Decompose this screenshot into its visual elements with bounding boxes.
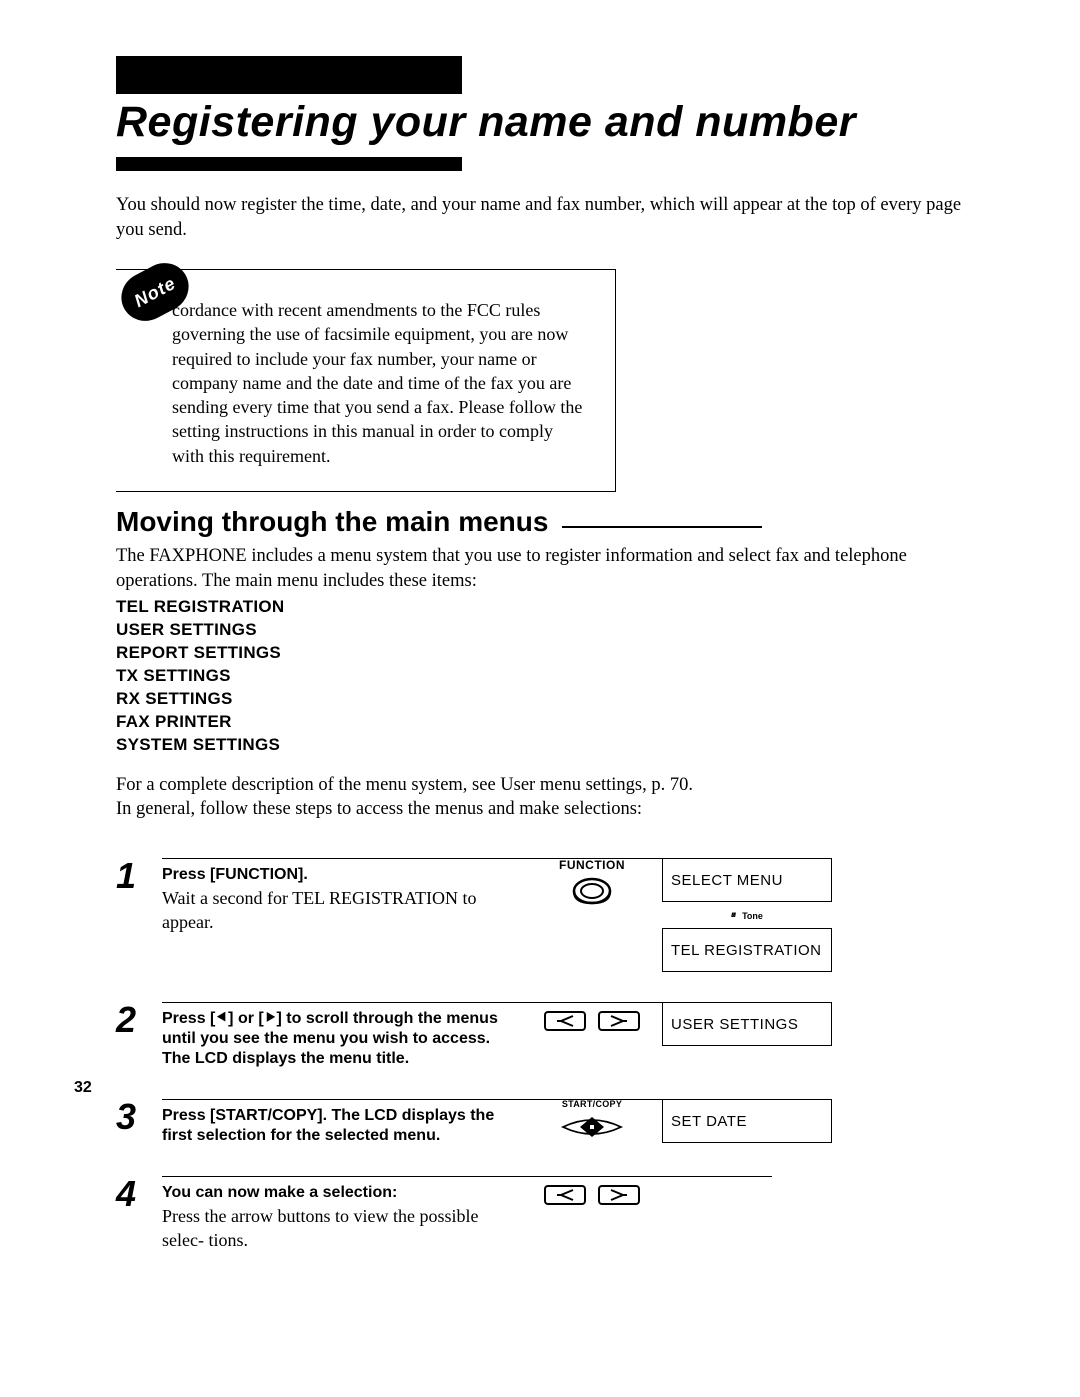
step-bold: Press [START/COPY]. The LCD displays the… <box>162 1107 494 1144</box>
top-black-bar <box>116 56 462 94</box>
startcopy-label: START/COPY <box>534 1099 650 1110</box>
section-heading: Moving through the main menus <box>116 506 548 538</box>
lcd-display: SELECT MENU <box>662 858 832 902</box>
step-bold: Press [⯇] or [⯈] to scroll through the m… <box>162 1010 498 1067</box>
arrow-buttons-graphic <box>534 1002 650 1034</box>
menu-item: RX SETTINGS <box>116 688 970 711</box>
section-outro-1: For a complete description of the menu s… <box>116 773 970 798</box>
menu-item: TX SETTINGS <box>116 665 970 688</box>
menu-item: REPORT SETTINGS <box>116 642 970 665</box>
page-number: 32 <box>74 1079 92 1097</box>
intro-text: You should now register the time, date, … <box>116 193 970 243</box>
start-copy-button-graphic: START/COPY <box>534 1099 650 1142</box>
left-right-buttons-icon <box>543 1008 641 1034</box>
function-button-graphic: FUNCTION <box>534 858 650 917</box>
step-3: 3 Press [START/COPY]. The LCD displays t… <box>116 1099 970 1146</box>
separator-icon: ////// <box>731 913 735 919</box>
heading-rule <box>562 525 762 528</box>
step-1: 1 Press [FUNCTION]. Wait a second for TE… <box>116 858 970 972</box>
menu-item-list: TEL REGISTRATION USER SETTINGS REPORT SE… <box>116 596 970 757</box>
note-text: cordance with recent amendments to the F… <box>172 298 585 468</box>
arrow-buttons-graphic <box>534 1176 650 1208</box>
function-label: FUNCTION <box>534 858 650 873</box>
section-heading-row: Moving through the main menus <box>116 506 970 538</box>
step-text: Press [START/COPY]. The LCD displays the… <box>162 1099 522 1146</box>
left-right-buttons-icon <box>543 1182 641 1208</box>
step-number: 3 <box>116 1099 150 1135</box>
step-number: 2 <box>116 1002 150 1038</box>
lcd-display: TEL REGISTRATION <box>662 928 832 972</box>
step-number: 4 <box>116 1176 150 1212</box>
step-text: Press [⯇] or [⯈] to scroll through the m… <box>162 1002 522 1069</box>
manual-page: Registering your name and number You sho… <box>0 0 1080 1397</box>
note-box: Note cordance with recent amendments to … <box>116 269 616 492</box>
lcd-column: SET DATE <box>662 1099 832 1143</box>
note-badge-label: Note <box>131 272 180 311</box>
lcd-display: USER SETTINGS <box>662 1002 832 1046</box>
lcd-column: USER SETTINGS <box>662 1002 832 1046</box>
step-body: Wait a second for TEL REGISTRATION to ap… <box>162 887 522 934</box>
step-bold: Press [FUNCTION]. <box>162 866 308 883</box>
step-text: You can now make a selection: Press the … <box>162 1176 522 1252</box>
section-outro-2: In general, follow these steps to access… <box>116 797 970 822</box>
lcd-display: SET DATE <box>662 1099 832 1143</box>
step-bold: You can now make a selection: <box>162 1184 397 1201</box>
menu-item: SYSTEM SETTINGS <box>116 734 970 757</box>
step-2: 2 Press [⯇] or [⯈] to scroll through the… <box>116 1002 970 1069</box>
lcd-column: SELECT MENU ////// Tone TEL REGISTRATION <box>662 858 832 972</box>
menu-item: USER SETTINGS <box>116 619 970 642</box>
step-body: Press the arrow buttons to view the poss… <box>162 1205 522 1252</box>
step-4: 4 You can now make a selection: Press th… <box>116 1176 970 1252</box>
page-title: Registering your name and number <box>116 98 970 147</box>
steps-list: 1 Press [FUNCTION]. Wait a second for TE… <box>116 858 970 1252</box>
lcd-small-label: Tone <box>742 911 763 921</box>
round-button-icon <box>570 873 614 917</box>
menu-item: TEL REGISTRATION <box>116 596 970 619</box>
step-number: 1 <box>116 858 150 894</box>
menu-item: FAX PRINTER <box>116 711 970 734</box>
section-intro: The FAXPHONE includes a menu system that… <box>116 544 970 594</box>
mid-black-bar <box>116 157 462 171</box>
diamond-button-icon <box>557 1111 627 1143</box>
step-text: Press [FUNCTION]. Wait a second for TEL … <box>162 858 522 934</box>
